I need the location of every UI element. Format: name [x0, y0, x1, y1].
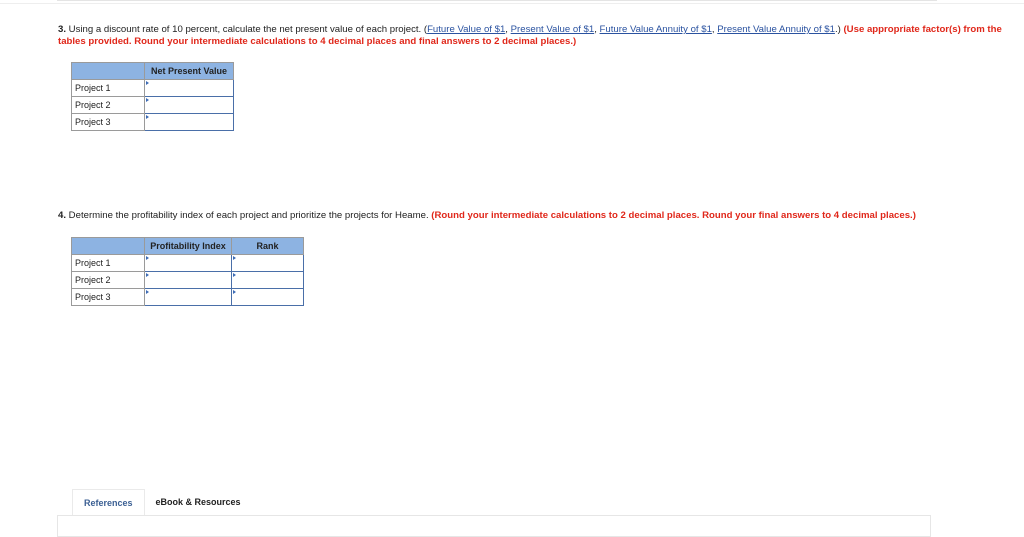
table-row: Project 2 — [71, 96, 234, 114]
npv-project-2-cell — [144, 96, 234, 114]
rank-project-1-cell — [231, 254, 304, 272]
pi-table-corner — [71, 237, 145, 255]
npv-table-corner — [71, 62, 145, 80]
pi-project-3-cell — [144, 288, 232, 306]
input-marker-icon — [146, 115, 149, 119]
question-4-text: Determine the profitability index of eac… — [66, 210, 432, 221]
rank-project-3-cell — [231, 288, 304, 306]
link-future-value-of-1[interactable]: Future Value of $1 — [427, 24, 505, 35]
row-label: Project 3 — [71, 113, 145, 131]
input-marker-icon — [146, 81, 149, 85]
question-3-text: Using a discount rate of 10 percent, cal… — [66, 24, 428, 35]
row-label: Project 1 — [71, 79, 145, 97]
top-divider — [57, 0, 937, 1]
table-row: Project 3 — [71, 113, 234, 131]
table-row: Project 2 — [71, 271, 304, 289]
npv-column-header: Net Present Value — [144, 62, 234, 80]
row-label: Project 2 — [71, 96, 145, 114]
row-label: Project 2 — [71, 271, 145, 289]
pi-project-1-input[interactable] — [145, 255, 231, 271]
npv-project-1-cell — [144, 79, 234, 97]
input-marker-icon — [233, 290, 236, 294]
pi-project-1-cell — [144, 254, 232, 272]
resource-tabs: References eBook & Resources — [72, 489, 252, 516]
profitability-table: Profitability Index Rank Project 1 Proje… — [71, 237, 304, 306]
question-3-number: 3. — [58, 24, 67, 35]
npv-project-3-cell — [144, 113, 234, 131]
question-4-instruction: (Round your intermediate calculations to… — [431, 210, 916, 221]
pi-project-2-cell — [144, 271, 232, 289]
pi-project-3-input[interactable] — [145, 289, 231, 305]
pi-column-header: Profitability Index — [144, 237, 232, 255]
npv-project-2-input[interactable] — [145, 97, 233, 113]
input-marker-icon — [146, 98, 149, 102]
input-marker-icon — [146, 273, 149, 277]
pi-project-2-input[interactable] — [145, 272, 231, 288]
row-label: Project 1 — [71, 254, 145, 272]
row-label: Project 3 — [71, 288, 145, 306]
rank-project-1-input[interactable] — [232, 255, 303, 271]
link-future-value-annuity-of-1[interactable]: Future Value Annuity of $1 — [600, 24, 712, 35]
tab-panel — [57, 515, 931, 537]
question-3-prompt: 3. Using a discount rate of 10 percent, … — [58, 24, 1018, 48]
tab-references[interactable]: References — [72, 489, 145, 516]
npv-project-1-input[interactable] — [145, 80, 233, 96]
npv-table: Net Present Value Project 1 Project 2 Pr… — [71, 62, 234, 131]
table-row: Project 3 — [71, 288, 304, 306]
npv-project-3-input[interactable] — [145, 114, 233, 130]
rank-project-2-cell — [231, 271, 304, 289]
question-4-number: 4. — [58, 210, 67, 221]
tab-ebook-resources[interactable]: eBook & Resources — [145, 489, 252, 515]
link-present-value-annuity-of-1[interactable]: Present Value Annuity of $1 — [717, 24, 835, 35]
rank-project-2-input[interactable] — [232, 272, 303, 288]
input-marker-icon — [146, 256, 149, 260]
input-marker-icon — [233, 273, 236, 277]
rank-column-header: Rank — [231, 237, 304, 255]
table-row: Project 1 — [71, 254, 304, 272]
rank-project-3-input[interactable] — [232, 289, 303, 305]
question-4-prompt: 4. Determine the profitability index of … — [58, 210, 1018, 222]
table-row: Project 1 — [71, 79, 234, 97]
input-marker-icon — [146, 290, 149, 294]
input-marker-icon — [233, 256, 236, 260]
link-present-value-of-1[interactable]: Present Value of $1 — [511, 24, 595, 35]
top-border — [0, 3, 1024, 4]
